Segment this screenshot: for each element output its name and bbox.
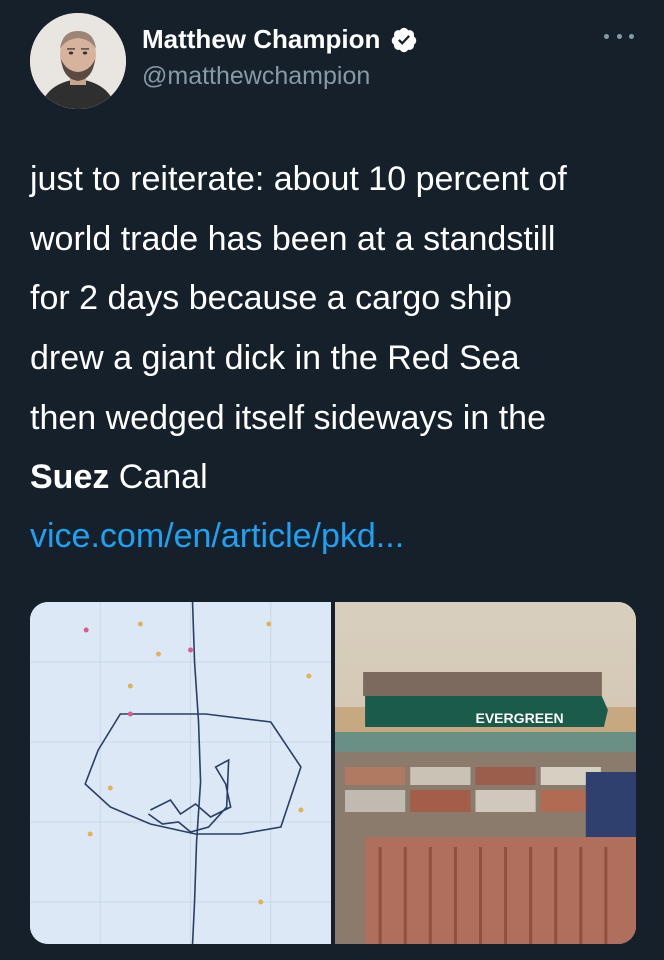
tweet-text-line: drew a giant dick in the Red Sea bbox=[30, 339, 520, 378]
tweet-text-line: then wedged itself sideways in the bbox=[30, 398, 546, 437]
verified-badge-icon bbox=[390, 26, 418, 54]
photo-graphic: EVERGREEN bbox=[335, 602, 636, 944]
media-grid: EVERGREEN bbox=[30, 602, 636, 944]
evergreen-ship-photo[interactable]: EVERGREEN bbox=[335, 602, 636, 944]
tweet-text-bold: Suez bbox=[30, 458, 110, 497]
author-handle[interactable]: @matthewchampion bbox=[142, 62, 370, 91]
author-name-row: Matthew Champion bbox=[142, 24, 418, 55]
tweet-text-last-line: Suez Canal bbox=[30, 448, 650, 508]
tweet-text-line: world trade has been at a standstill bbox=[30, 219, 556, 258]
ship-track-map-image[interactable] bbox=[30, 602, 331, 944]
more-dot bbox=[629, 33, 634, 39]
article-link[interactable]: vice.com/en/article/pkd... bbox=[30, 514, 404, 558]
ship-name-text: EVERGREEN bbox=[475, 710, 563, 726]
avatar-image bbox=[30, 13, 126, 109]
tweet-text-line: for 2 days because a cargo ship bbox=[30, 279, 512, 318]
more-dot bbox=[604, 33, 609, 39]
display-name[interactable]: Matthew Champion bbox=[142, 24, 380, 55]
tweet-card: Matthew Champion @matthewchampion just t… bbox=[0, 0, 664, 960]
avatar[interactable] bbox=[30, 13, 126, 109]
tweet-text: just to reiterate: about 10 percent of w… bbox=[30, 150, 650, 508]
more-options-icon[interactable] bbox=[604, 26, 634, 46]
more-dot bbox=[616, 33, 622, 39]
map-graphic bbox=[30, 602, 331, 944]
tweet-text-rest: Canal bbox=[109, 458, 208, 497]
tweet-text-line: just to reiterate: about 10 percent of bbox=[30, 160, 567, 198]
